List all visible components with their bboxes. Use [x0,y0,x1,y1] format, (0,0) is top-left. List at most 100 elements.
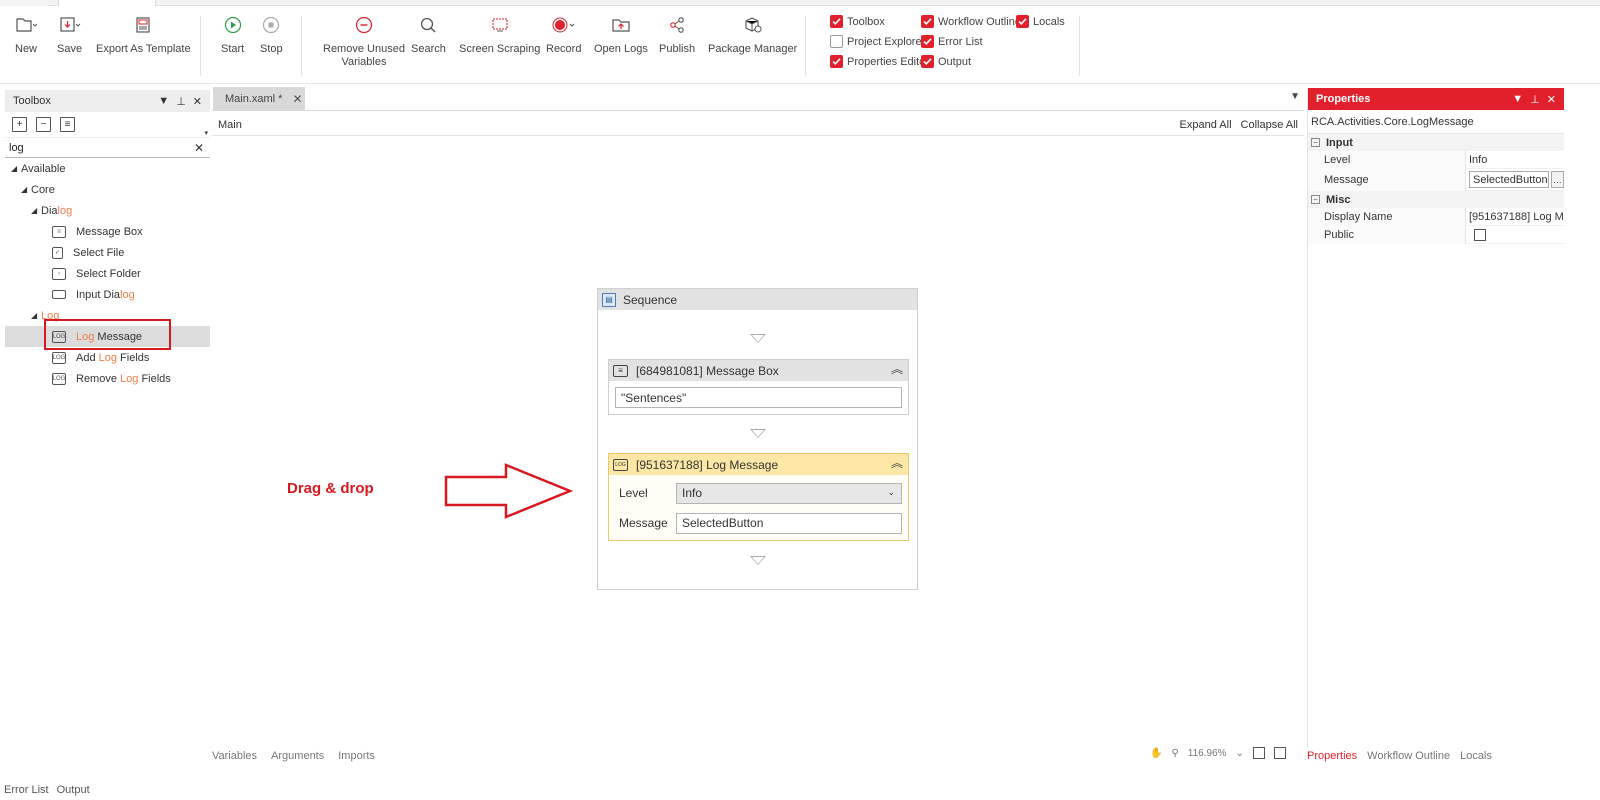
tab-output[interactable]: Output [57,784,90,796]
right-panel-tabs: Properties Workflow Outline Locals [1307,750,1492,762]
start-button[interactable]: Start [221,12,244,56]
hand-pan-icon[interactable]: ✋ [1150,748,1162,759]
tab-error-list[interactable]: Error List [4,784,49,796]
expanded-arrow-icon[interactable]: ◢ [11,164,21,173]
breadcrumb-item[interactable]: Main [218,119,242,131]
expand-all-icon[interactable]: + [12,117,27,132]
save-button[interactable]: Save [57,12,82,56]
zoom-level[interactable]: 116.96% [1188,748,1227,759]
property-level: Level Info [1308,150,1564,169]
message-box-activity[interactable]: ≡ [684981081] Message Box ︽ "Sentences" [608,359,909,415]
remove-unused-variables-button[interactable]: Remove Unused Variables [323,12,405,69]
tree-node-core[interactable]: ◢ Core [5,179,210,200]
clear-search-icon[interactable]: ✕ [194,141,204,155]
stop-button[interactable]: Stop [260,12,283,56]
list-view-icon[interactable]: ≡ [60,117,75,132]
level-select[interactable]: Info ⌄ [676,482,902,504]
expand-all-link[interactable]: Expand All [1180,119,1232,131]
pin-icon[interactable]: ⊥ [176,95,186,108]
tab-main-xaml[interactable]: Main.xaml * ✕ [213,87,305,111]
remove-log-fields-icon: LOG [52,372,66,385]
toolbox-search-input[interactable] [9,141,189,154]
collapse-all-icon[interactable]: − [36,117,51,132]
close-icon[interactable]: ✕ [1547,93,1556,106]
property-value-level[interactable]: Info [1466,151,1564,169]
add-log-fields-icon: LOG [52,351,66,364]
expanded-arrow-icon[interactable]: ◢ [31,311,41,320]
close-icon[interactable]: ✕ [292,92,302,106]
start-label: Start [221,43,245,55]
collapse-chevron-icon[interactable]: ︽ [891,457,903,469]
toolbox-checkbox-label: Toolbox [847,15,885,28]
output-checkbox[interactable]: Output [921,55,971,68]
drop-target-arrow-icon[interactable] [750,429,766,438]
open-logs-button[interactable]: Open Logs [594,12,648,56]
search-highlight: Log [120,372,139,385]
play-icon [224,12,242,38]
error-list-checkbox[interactable]: Error List [921,35,983,48]
dropdown-arrow-icon[interactable]: ▼ [1512,93,1523,106]
ellipsis-button[interactable]: … [1550,171,1564,188]
locals-checkbox[interactable]: Locals [1016,15,1065,28]
publish-button[interactable]: Publish [659,12,695,56]
checkmark-icon [921,35,934,48]
expanded-arrow-icon[interactable]: ◢ [21,185,31,194]
tab-properties[interactable]: Properties [1307,750,1357,762]
export-template-button[interactable]: Export As Template [96,12,191,56]
sequence-activity[interactable]: ▤ Sequence ≡ [684981081] Message Box ︽ "… [597,288,918,590]
tree-item-add-log-fields[interactable]: LOG Add Log Fields [5,347,210,368]
expanded-arrow-icon[interactable]: ◢ [31,206,41,215]
tab-workflow-outline[interactable]: Workflow Outline [1367,750,1450,762]
message-field[interactable]: SelectedButton [676,512,902,534]
tab-overflow-icon[interactable]: ▼ [1290,91,1300,102]
category-input[interactable]: − Input [1308,134,1564,151]
record-button[interactable]: Record [546,12,581,56]
imports-tab[interactable]: Imports [338,750,375,762]
screen-scraping-button[interactable]: Screen Scraping [459,12,540,56]
tree-label: Remove Log Fields [76,373,171,385]
package-manager-button[interactable]: Package Manager [708,12,797,56]
log-message-activity[interactable]: LOG [951637188] Log Message ︽ Level Info… [608,453,909,541]
toolbox-checkbox[interactable]: Toolbox [830,15,885,28]
new-button[interactable]: New [15,12,37,56]
tree-item-select-file[interactable]: ✓ Select File [5,242,210,263]
overview-map-icon[interactable] [1273,747,1286,759]
public-checkbox[interactable] [1474,228,1486,241]
drop-target-arrow-icon[interactable] [750,334,766,343]
close-icon[interactable]: ✕ [193,95,202,108]
collapse-all-link[interactable]: Collapse All [1241,119,1298,131]
tree-item-message-box[interactable]: ≡ Message Box [5,221,210,242]
overflow-icon[interactable]: ▾ [204,129,208,137]
level-label: Level [619,486,648,500]
message-property-input[interactable]: SelectedButton [1469,171,1549,188]
checkmark-icon [1016,15,1029,28]
properties-editor-checkbox[interactable]: Properties Editor [830,55,929,68]
zoom-magnifier-icon[interactable]: ⚲ [1171,748,1178,759]
search-button[interactable]: Search [411,12,446,56]
fit-to-screen-icon[interactable] [1252,747,1265,759]
property-value-display-name[interactable]: [951637188] Log Mes [1466,208,1564,226]
tab-locals[interactable]: Locals [1460,750,1492,762]
collapse-box-icon[interactable]: − [1311,195,1320,204]
tree-node-dialog[interactable]: ◢ Dialog [5,200,210,221]
message-box-text-field[interactable]: "Sentences" [615,387,902,408]
workflow-outline-checkbox[interactable]: Workflow Outline [921,15,1021,28]
ribbon-divider [200,16,201,76]
collapse-box-icon[interactable]: − [1311,138,1320,147]
category-misc[interactable]: − Misc [1308,191,1564,208]
tree-item-remove-log-fields[interactable]: LOG Remove Log Fields [5,368,210,389]
dropdown-arrow-icon[interactable]: ▼ [158,95,169,108]
collapse-chevron-icon[interactable]: ︽ [891,363,903,375]
variables-tab[interactable]: Variables [212,750,257,762]
chevron-down-icon[interactable]: ⌄ [1236,748,1244,759]
tree-node-available[interactable]: ◢ Available [5,158,210,179]
arguments-tab[interactable]: Arguments [271,750,324,762]
pin-icon[interactable]: ⊥ [1530,93,1540,106]
search-highlight: log [57,204,73,217]
tree-label-text: Input Dia [76,288,121,301]
project-explorer-checkbox[interactable]: Project Explorer [830,35,925,48]
drop-target-arrow-icon[interactable] [750,556,766,565]
search-highlight: Log [98,351,117,364]
tree-item-select-folder[interactable]: › Select Folder [5,263,210,284]
tree-item-input-dialog[interactable]: Input Dialog [5,284,210,305]
